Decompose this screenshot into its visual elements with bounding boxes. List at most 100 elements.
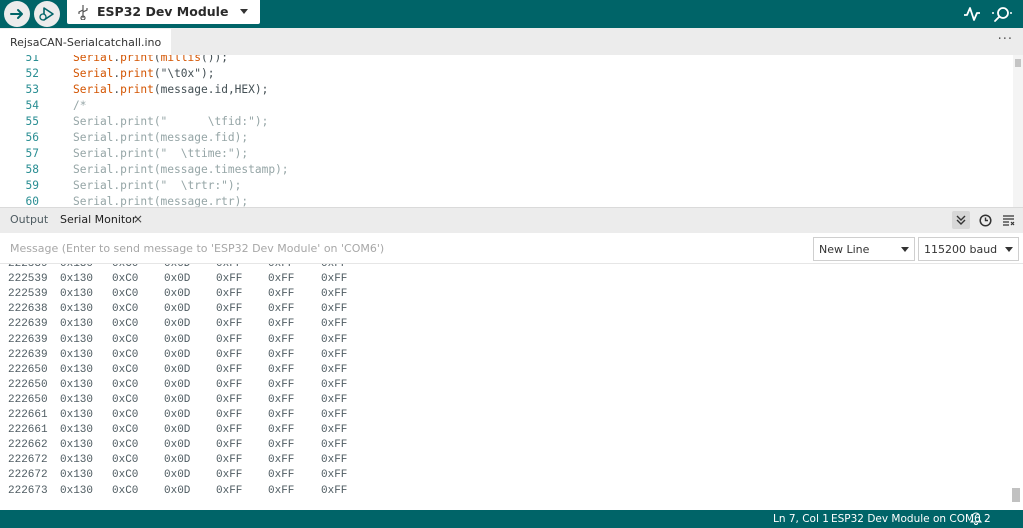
hex-value: 0xFF — [216, 264, 243, 270]
hex-value: 0x130 — [60, 439, 94, 452]
line-number: 53 — [25, 83, 39, 96]
code-token: ("\t0x"); — [153, 67, 215, 80]
arduino-ide-window: ESP32 Dev Module RejsaCAN-Serialcatchall… — [0, 0, 1023, 528]
hex-value: 0x130 — [60, 484, 94, 497]
upload-button[interactable] — [4, 1, 30, 27]
hex-value: 0xFF — [268, 303, 295, 316]
serial-monitor-button[interactable] — [990, 4, 1014, 28]
code-text: Serial.print(message.fid); — [73, 131, 249, 144]
line-ending-value: New Line — [819, 243, 870, 256]
timestamp-value: 222539 — [8, 273, 48, 286]
timestamp-value: 222539 — [8, 264, 48, 270]
hex-value: 0xFF — [321, 273, 348, 286]
code-text: Serial.print(" \trtr:"); — [73, 179, 242, 192]
code-line[interactable]: 60 Serial.print(message.rtr); — [0, 194, 1010, 207]
hex-value: 0x130 — [60, 318, 94, 331]
hex-value: 0xFF — [268, 333, 295, 346]
clear-output-button[interactable] — [999, 211, 1017, 229]
code-line[interactable]: 53 Serial.print(message.id,HEX); — [0, 82, 1010, 98]
hex-value: 0xC0 — [112, 333, 139, 346]
hex-value: 0xC0 — [112, 318, 139, 331]
tab-sketch-file[interactable]: RejsaCAN-Serialcatchall.ino — [0, 29, 172, 55]
cursor-position[interactable]: Ln 7, Col 1 — [773, 513, 829, 525]
editor-scrollbar[interactable] — [1013, 55, 1023, 207]
hex-value: 0xFF — [268, 393, 295, 406]
timestamp-value: 222639 — [8, 318, 48, 331]
code-text: Serial.print(message.id,HEX); — [73, 82, 268, 98]
code-line[interactable]: 52 Serial.print("\t0x"); — [0, 66, 1010, 82]
close-icon[interactable]: × — [133, 212, 143, 226]
code-line[interactable]: 59 Serial.print(" \trtr:"); — [0, 178, 1010, 194]
board-selector[interactable]: ESP32 Dev Module — [67, 0, 260, 24]
hex-value: 0x0D — [164, 409, 191, 421]
timestamp-button[interactable] — [976, 211, 994, 229]
hex-value: 0x0D — [164, 393, 191, 406]
debug-button[interactable] — [34, 1, 60, 27]
hex-value: 0xFF — [268, 454, 295, 467]
line-ending-select[interactable]: New Line — [813, 237, 915, 261]
autoscroll-button[interactable] — [952, 211, 970, 229]
hex-value: 0xC0 — [112, 378, 139, 391]
code-text: Serial.print("\t0x"); — [73, 66, 214, 82]
board-port-status[interactable]: ESP32 Dev Module on COM6 — [831, 513, 981, 525]
serial-plotter-button[interactable] — [962, 4, 982, 28]
serial-line: 222639 0x130 0xC0 0x0D 0xFF 0xFF 0xFF — [8, 317, 1008, 332]
scrollbar-thumb[interactable] — [1012, 488, 1020, 502]
hex-value: 0xFF — [268, 409, 295, 421]
hex-value: 0xFF — [321, 264, 348, 270]
code-line[interactable]: 56 Serial.print(message.fid); — [0, 130, 1010, 146]
code-keyword: Serial — [73, 55, 114, 64]
serial-output[interactable]: 222539 0x130 0xC0 0x0D 0xFF 0xFF 0xFF 222539 0x1… — [0, 264, 1023, 510]
code-text: Serial.print(millis()); — [73, 55, 228, 66]
tab-output[interactable]: Output — [10, 213, 48, 226]
more-options-icon[interactable]: ··· — [998, 32, 1013, 47]
hex-value: 0xFF — [216, 469, 243, 482]
hex-value: 0xC0 — [112, 348, 139, 361]
code-line[interactable]: 51 Serial.print(millis()); — [0, 55, 1010, 66]
hex-value: 0xFF — [216, 378, 243, 391]
hex-value: 0x0D — [164, 288, 191, 301]
code-line[interactable]: 57 Serial.print(" \ttime:"); — [0, 146, 1010, 162]
code-line[interactable]: 54 /* — [0, 98, 1010, 114]
hex-value: 0xFF — [268, 424, 295, 437]
tab-serial-monitor[interactable]: Serial Monitor — [60, 213, 136, 226]
code-editor[interactable]: 51 Serial.print(millis()); 52 Serial.print(… — [0, 55, 1023, 207]
hex-value: 0x0D — [164, 484, 191, 497]
code-token: ()); — [201, 55, 228, 64]
code-text: Serial.print(message.timestamp); — [73, 163, 289, 176]
timestamp-value: 222662 — [8, 439, 48, 452]
code-line[interactable]: 55 Serial.print(" \tfid:"); — [0, 114, 1010, 130]
hex-value: 0xFF — [321, 288, 348, 301]
output-scrollbar[interactable] — [1009, 264, 1023, 510]
line-number: 58 — [25, 163, 39, 176]
hex-value: 0x0D — [164, 264, 191, 270]
code-line[interactable]: 58 Serial.print(message.timestamp); — [0, 162, 1010, 178]
scrollbar-thumb[interactable] — [1015, 59, 1021, 67]
serial-line: 222539 0x130 0xC0 0x0D 0xFF 0xFF 0xFF — [8, 272, 1008, 287]
hex-value: 0x130 — [60, 378, 94, 391]
hex-value: 0xC0 — [112, 484, 139, 497]
code-text: /* — [73, 99, 87, 112]
hex-value: 0xFF — [321, 469, 348, 482]
hex-value: 0xC0 — [112, 264, 139, 270]
usb-icon — [77, 4, 89, 24]
clear-output-icon — [1002, 215, 1014, 226]
serial-line: 222650 0x130 0xC0 0x0D 0xFF 0xFF 0xFF — [8, 363, 1008, 378]
hex-value: 0xFF — [216, 439, 243, 452]
serial-line: 222661 0x130 0xC0 0x0D 0xFF 0xFF 0xFF — [8, 423, 1008, 438]
message-input[interactable] — [0, 233, 810, 264]
hex-value: 0xFF — [268, 318, 295, 331]
chevron-down-icon — [1005, 247, 1013, 252]
notification-icon[interactable] — [969, 512, 983, 528]
baud-rate-select[interactable]: 115200 baud — [918, 237, 1019, 261]
toolbar: ESP32 Dev Module — [0, 0, 1023, 28]
hex-value: 0x0D — [164, 424, 191, 437]
hex-value: 0xFF — [268, 439, 295, 452]
serial-line: 222639 0x130 0xC0 0x0D 0xFF 0xFF 0xFF — [8, 333, 1008, 348]
serial-line: 222639 0x130 0xC0 0x0D 0xFF 0xFF 0xFF — [8, 348, 1008, 363]
timestamp-value: 222661 — [8, 409, 48, 421]
code-keyword: Serial — [73, 67, 114, 80]
bottom-panel-header: Output Serial Monitor × — [0, 208, 1023, 233]
hex-value: 0x0D — [164, 348, 191, 361]
hex-value: 0xC0 — [112, 424, 139, 437]
